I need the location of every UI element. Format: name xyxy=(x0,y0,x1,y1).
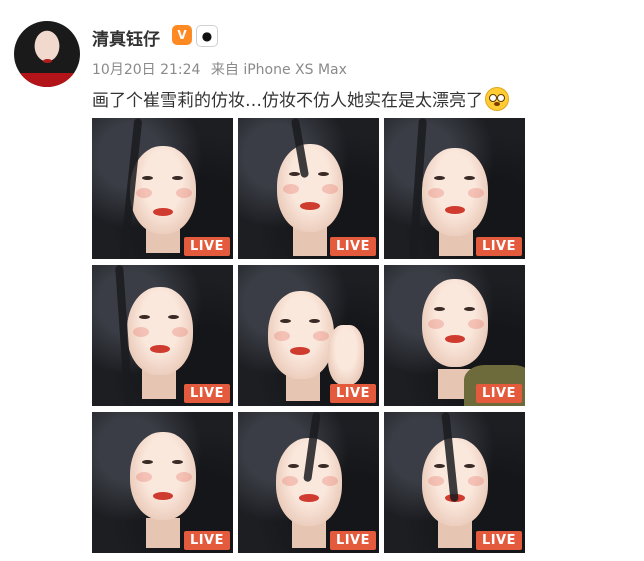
live-badge: LIVE xyxy=(183,237,230,256)
live-badge: LIVE xyxy=(329,531,376,550)
live-badge: LIVE xyxy=(183,531,230,550)
user-badges: V ● xyxy=(172,25,218,47)
post-body: 画了个崔雪莉的仿妆…仿妆不仿人她实在是太漂亮了 xyxy=(92,91,483,111)
live-photo-6[interactable]: LIVE xyxy=(384,265,525,406)
live-photo-1[interactable]: LIVE xyxy=(92,118,233,259)
live-photo-4[interactable]: LIVE xyxy=(92,265,233,406)
live-badge: LIVE xyxy=(329,384,376,403)
live-photo-7[interactable]: LIVE xyxy=(92,412,233,553)
post-meta: 10月20日 21:24 来自 iPhone XS Max xyxy=(92,59,347,79)
user-avatar[interactable] xyxy=(14,21,80,87)
post-date[interactable]: 10月20日 21:24 xyxy=(92,62,200,78)
username[interactable]: 清真钰仔 xyxy=(92,25,160,50)
astonished-face-emoji xyxy=(485,86,509,111)
live-badge: LIVE xyxy=(475,384,522,403)
live-badge: LIVE xyxy=(183,384,230,403)
vip-badge-icon[interactable]: V xyxy=(172,25,192,45)
photo-grid: LIVE LIVE LIVE LIVE LIVE LIVE LIVE LIVE … xyxy=(92,118,525,553)
live-photo-8[interactable]: LIVE xyxy=(238,412,379,553)
live-photo-3[interactable]: LIVE xyxy=(384,118,525,259)
live-photo-9[interactable]: LIVE xyxy=(384,412,525,553)
post-source: 来自 iPhone XS Max xyxy=(210,62,347,78)
live-badge: LIVE xyxy=(329,237,376,256)
avatar-shirt xyxy=(20,73,74,87)
panda-icon: ● xyxy=(196,25,218,47)
live-photo-2[interactable]: LIVE xyxy=(238,118,379,259)
live-photo-5[interactable]: LIVE xyxy=(238,265,379,406)
avatar-lips xyxy=(43,59,52,63)
post-text: 画了个崔雪莉的仿妆…仿妆不仿人她实在是太漂亮了 xyxy=(92,86,509,111)
live-badge: LIVE xyxy=(475,237,522,256)
live-badge: LIVE xyxy=(475,531,522,550)
